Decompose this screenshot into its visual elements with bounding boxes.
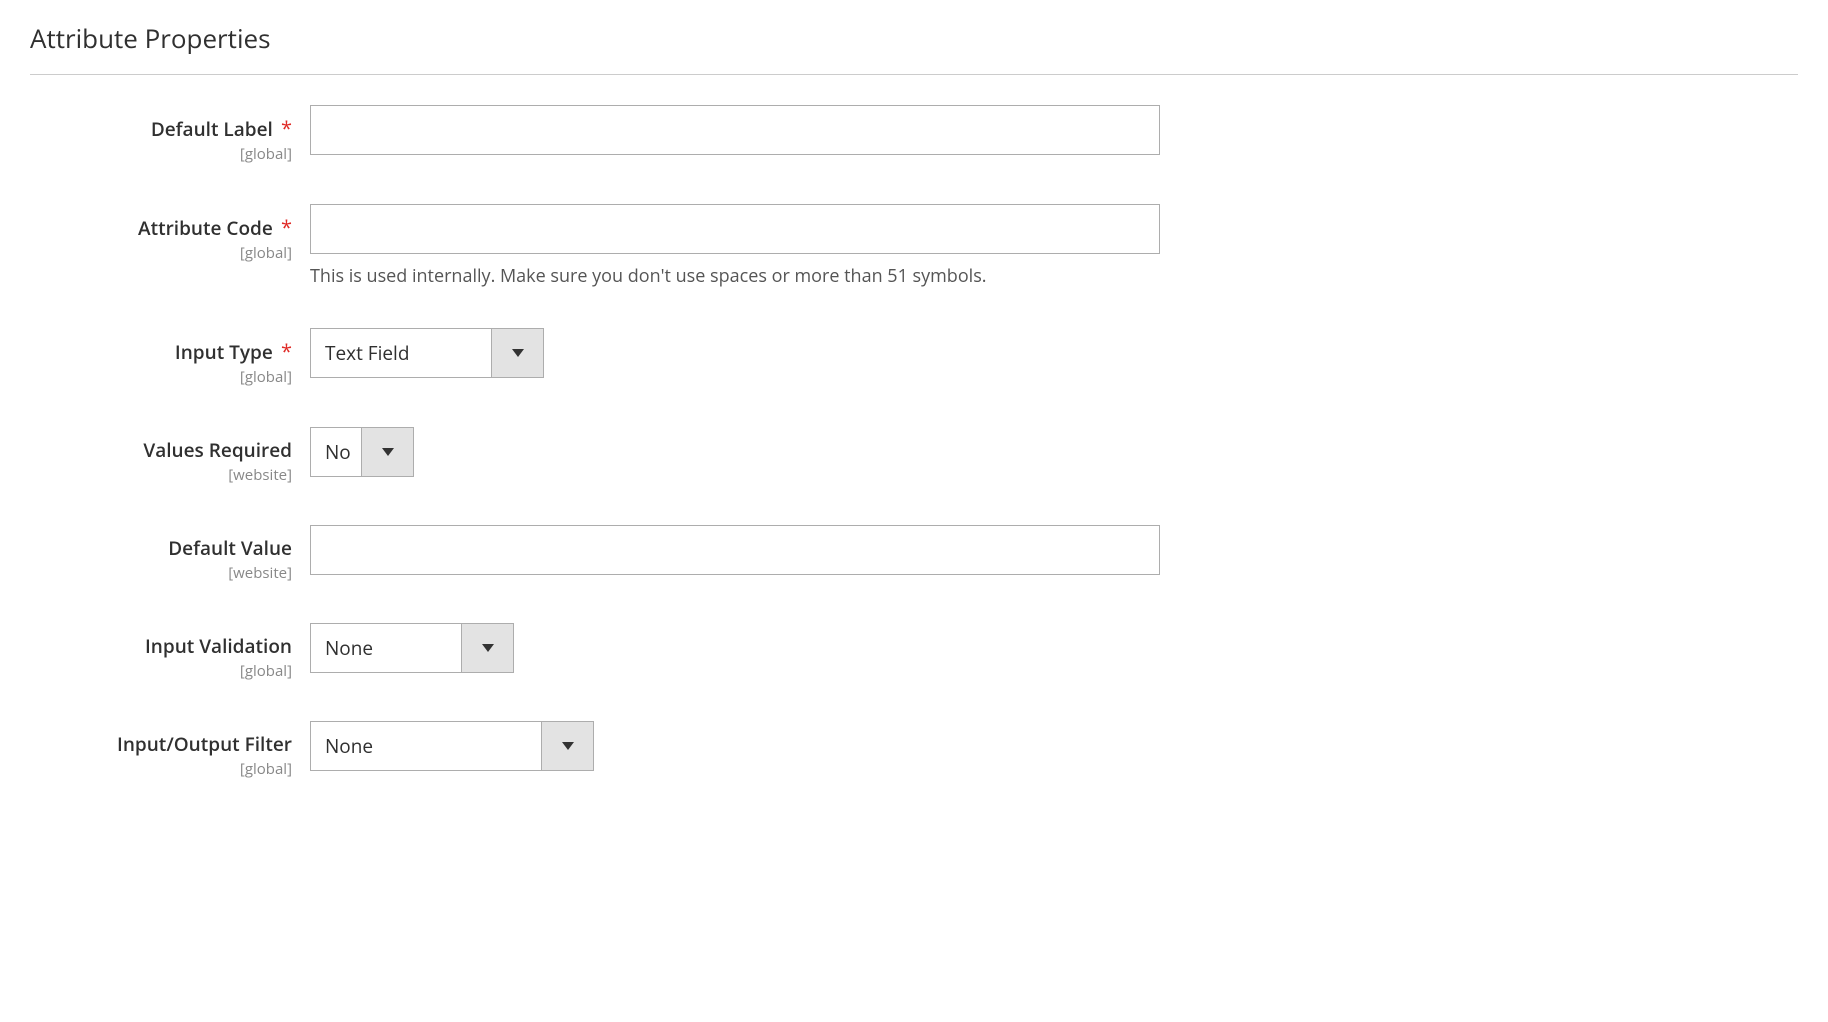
attribute-properties-form: Default Label * [global] Attribute Code … xyxy=(30,105,1798,779)
values-required-select[interactable]: No xyxy=(310,427,414,477)
input-validation-select[interactable]: None xyxy=(310,623,514,673)
label-attribute-code: Attribute Code * [global] xyxy=(50,204,310,263)
attribute-code-input[interactable] xyxy=(310,204,1160,254)
label-text: Input Type xyxy=(175,339,273,365)
select-value: None xyxy=(311,722,541,770)
default-value-input[interactable] xyxy=(310,525,1160,575)
label-default-value: Default Value [website] xyxy=(50,525,310,583)
chevron-down-icon xyxy=(461,624,513,672)
label-text: Default Value xyxy=(168,535,292,561)
field-input-validation: Input Validation [global] None xyxy=(50,623,1798,681)
required-icon: * xyxy=(281,214,292,241)
scope-text: [global] xyxy=(50,759,292,779)
chevron-down-icon xyxy=(361,428,413,476)
label-text: Input Validation xyxy=(145,633,292,659)
default-label-input[interactable] xyxy=(310,105,1160,155)
select-value: None xyxy=(311,624,461,672)
label-input-type: Input Type * [global] xyxy=(50,328,310,387)
required-icon: * xyxy=(281,115,292,142)
label-text: Attribute Code xyxy=(138,215,273,241)
scope-text: [global] xyxy=(50,367,292,387)
field-io-filter: Input/Output Filter [global] None xyxy=(50,721,1798,779)
field-values-required: Values Required [website] No xyxy=(50,427,1798,485)
scope-text: [global] xyxy=(50,661,292,681)
label-text: Input/Output Filter xyxy=(117,731,292,757)
field-attribute-code: Attribute Code * [global] This is used i… xyxy=(50,204,1798,288)
field-input-type: Input Type * [global] Text Field xyxy=(50,328,1798,387)
scope-text: [website] xyxy=(50,563,292,583)
required-icon: * xyxy=(281,338,292,365)
scope-text: [global] xyxy=(50,144,292,164)
chevron-down-icon xyxy=(491,329,543,377)
input-type-select[interactable]: Text Field xyxy=(310,328,544,378)
field-default-value: Default Value [website] xyxy=(50,525,1798,583)
select-value: Text Field xyxy=(311,329,491,377)
field-default-label: Default Label * [global] xyxy=(50,105,1798,164)
io-filter-select[interactable]: None xyxy=(310,721,594,771)
section-title: Attribute Properties xyxy=(30,20,1798,75)
label-values-required: Values Required [website] xyxy=(50,427,310,485)
label-input-validation: Input Validation [global] xyxy=(50,623,310,681)
select-value: No xyxy=(311,428,361,476)
attribute-code-hint: This is used internally. Make sure you d… xyxy=(310,264,1160,288)
label-default-label: Default Label * [global] xyxy=(50,105,310,164)
chevron-down-icon xyxy=(541,722,593,770)
label-text: Default Label xyxy=(151,116,273,142)
label-text: Values Required xyxy=(143,437,292,463)
scope-text: [global] xyxy=(50,243,292,263)
scope-text: [website] xyxy=(50,465,292,485)
label-io-filter: Input/Output Filter [global] xyxy=(50,721,310,779)
